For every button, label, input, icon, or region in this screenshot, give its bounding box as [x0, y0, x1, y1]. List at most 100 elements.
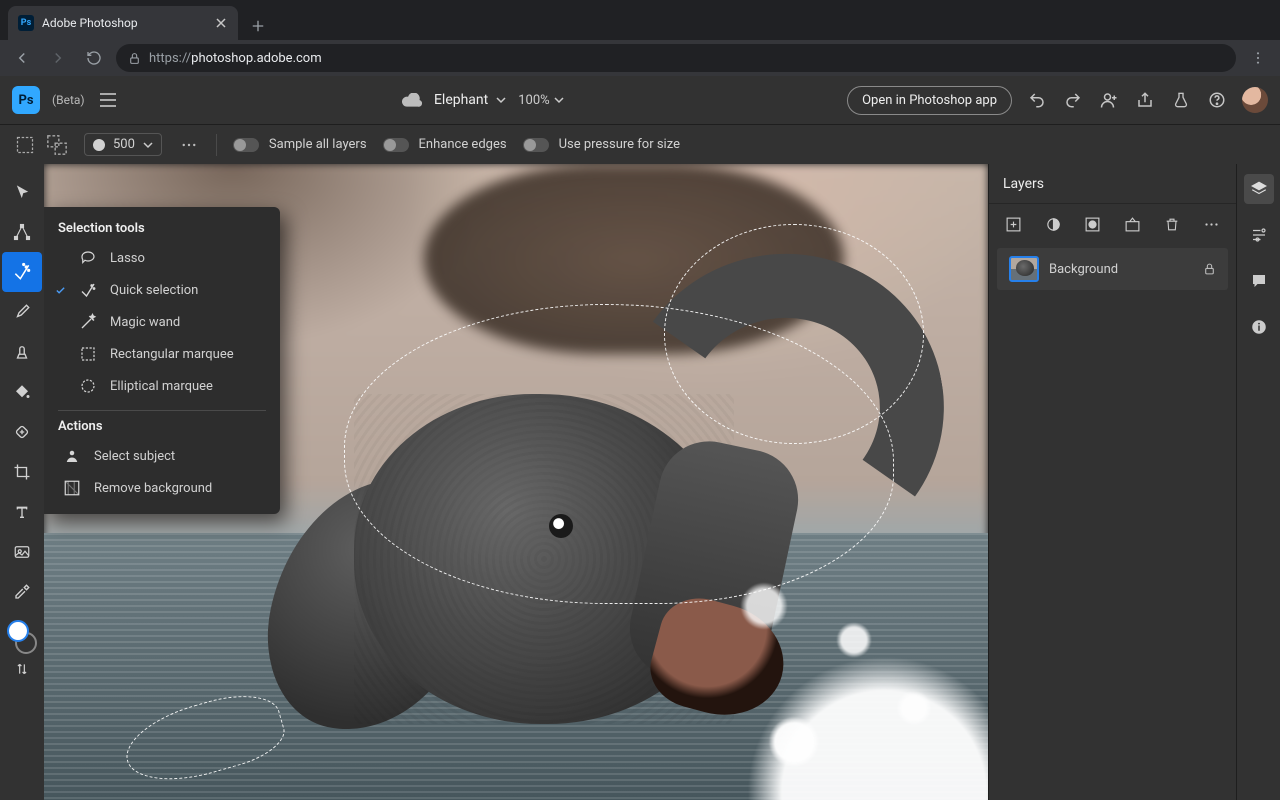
- right-rail: [1236, 164, 1280, 800]
- selection-tools-flyout: Selection tools Lasso Quick selection Ma…: [44, 207, 280, 514]
- chevron-down-icon: [143, 140, 153, 150]
- browser-toolbar: https://photoshop.adobe.com: [0, 40, 1280, 76]
- delete-layer-button[interactable]: [1161, 213, 1183, 235]
- select-subject-icon: [62, 447, 82, 465]
- flyout-item-elliptical-marquee[interactable]: Elliptical marquee: [44, 370, 280, 402]
- flyout-item-rectangular-marquee[interactable]: Rectangular marquee: [44, 338, 280, 370]
- flyout-item-label: Magic wand: [110, 315, 180, 330]
- flyout-item-label: Lasso: [110, 251, 145, 266]
- fill-tool[interactable]: [2, 372, 42, 412]
- hamburger-menu-button[interactable]: [97, 89, 119, 111]
- lock-icon: [128, 52, 141, 65]
- browser-tab[interactable]: Ps Adobe Photoshop: [8, 6, 238, 40]
- quick-selection-icon: [78, 281, 98, 299]
- sample-all-layers-label: Sample all layers: [269, 137, 367, 152]
- layers-rail-button[interactable]: [1244, 174, 1274, 204]
- clip-button[interactable]: [1122, 213, 1144, 235]
- type-tool[interactable]: [2, 492, 42, 532]
- flyout-item-quick-selection[interactable]: Quick selection: [44, 274, 280, 306]
- comments-rail-button[interactable]: [1244, 266, 1274, 296]
- options-bar: 500 Sample all layers Enhance edges Use …: [0, 124, 1280, 164]
- flyout-action-remove-background[interactable]: Remove background: [44, 472, 280, 504]
- enhance-edges-toggle[interactable]: [383, 138, 409, 152]
- layer-row[interactable]: Background: [997, 248, 1228, 290]
- open-in-app-button[interactable]: Open in Photoshop app: [847, 86, 1012, 115]
- browser-tab-strip: Ps Adobe Photoshop: [0, 0, 1280, 40]
- zoom-dropdown[interactable]: 100%: [518, 93, 563, 108]
- url-text: https://photoshop.adobe.com: [149, 51, 322, 66]
- close-icon[interactable]: [214, 16, 228, 30]
- rectangular-marquee-icon: [78, 345, 98, 363]
- invite-button[interactable]: [1098, 89, 1120, 111]
- zoom-value: 100%: [518, 93, 549, 108]
- panel-title: Layers: [989, 164, 1236, 204]
- elliptical-marquee-icon: [78, 377, 98, 395]
- beta-label: (Beta): [52, 93, 85, 107]
- swap-colors-button[interactable]: [2, 654, 42, 684]
- clone-stamp-tool[interactable]: [2, 332, 42, 372]
- forward-button[interactable]: [44, 44, 72, 72]
- mask-button[interactable]: [1082, 213, 1104, 235]
- tool-palette: [0, 164, 44, 800]
- flyout-section-title: Selection tools: [44, 221, 280, 242]
- place-image-tool[interactable]: [2, 532, 42, 572]
- color-swatches[interactable]: [7, 620, 37, 654]
- use-pressure-toggle[interactable]: [523, 138, 549, 152]
- flyout-section-title: Actions: [44, 419, 280, 440]
- layers-panel-toolbar: [989, 204, 1236, 244]
- add-layer-button[interactable]: [1003, 213, 1025, 235]
- quick-selection-tool[interactable]: [2, 252, 42, 292]
- sample-all-layers-toggle[interactable]: [233, 138, 259, 152]
- help-button[interactable]: [1206, 89, 1228, 111]
- brush-preview-icon: [93, 139, 105, 151]
- lasso-icon: [78, 249, 98, 267]
- transform-tool[interactable]: [2, 212, 42, 252]
- undo-button[interactable]: [1026, 89, 1048, 111]
- properties-rail-button[interactable]: [1244, 220, 1274, 250]
- flyout-action-label: Select subject: [94, 449, 175, 464]
- layer-name: Background: [1049, 262, 1118, 277]
- selection-marquee: [664, 224, 924, 444]
- chevron-down-icon: [496, 95, 506, 105]
- cloud-icon: [402, 93, 422, 107]
- adjustment-layer-button[interactable]: [1043, 213, 1065, 235]
- canvas[interactable]: Selection tools Lasso Quick selection Ma…: [44, 164, 988, 800]
- new-tab-button[interactable]: [244, 12, 272, 40]
- flyout-item-label: Elliptical marquee: [110, 379, 213, 394]
- crop-tool[interactable]: [2, 452, 42, 492]
- flyout-item-label: Rectangular marquee: [110, 347, 234, 362]
- browser-menu-button[interactable]: [1244, 44, 1272, 72]
- document-name-dropdown[interactable]: Elephant: [434, 92, 506, 108]
- flyout-item-lasso[interactable]: Lasso: [44, 242, 280, 274]
- eyedropper-tool[interactable]: [2, 572, 42, 612]
- lock-icon[interactable]: [1203, 262, 1216, 276]
- selection-mode-add-icon[interactable]: [46, 134, 68, 156]
- more-options-button[interactable]: [178, 134, 200, 156]
- reload-button[interactable]: [80, 44, 108, 72]
- foreground-color-swatch[interactable]: [7, 620, 29, 642]
- redo-button[interactable]: [1062, 89, 1084, 111]
- panel-more-button[interactable]: [1201, 213, 1223, 235]
- document-name: Elephant: [434, 92, 488, 108]
- beaker-button[interactable]: [1170, 89, 1192, 111]
- selection-mode-new-icon[interactable]: [14, 134, 36, 156]
- share-button[interactable]: [1134, 89, 1156, 111]
- back-button[interactable]: [8, 44, 36, 72]
- ps-logo-icon[interactable]: Ps: [12, 86, 40, 114]
- brush-size-value: 500: [113, 137, 135, 152]
- layers-panel: Layers Background: [988, 164, 1236, 800]
- flyout-item-magic-wand[interactable]: Magic wand: [44, 306, 280, 338]
- divider: [58, 410, 266, 411]
- tab-title: Adobe Photoshop: [42, 16, 206, 30]
- brush-size-dropdown[interactable]: 500: [84, 133, 162, 156]
- cloud-status[interactable]: [402, 93, 422, 107]
- move-tool[interactable]: [2, 172, 42, 212]
- info-rail-button[interactable]: [1244, 312, 1274, 342]
- brush-tool[interactable]: [2, 292, 42, 332]
- app-header: Ps (Beta) Elephant 100% Open in Photosho…: [0, 76, 1280, 124]
- flyout-item-label: Quick selection: [110, 283, 198, 298]
- avatar[interactable]: [1242, 87, 1268, 113]
- address-bar[interactable]: https://photoshop.adobe.com: [116, 44, 1236, 72]
- flyout-action-select-subject[interactable]: Select subject: [44, 440, 280, 472]
- healing-brush-tool[interactable]: [2, 412, 42, 452]
